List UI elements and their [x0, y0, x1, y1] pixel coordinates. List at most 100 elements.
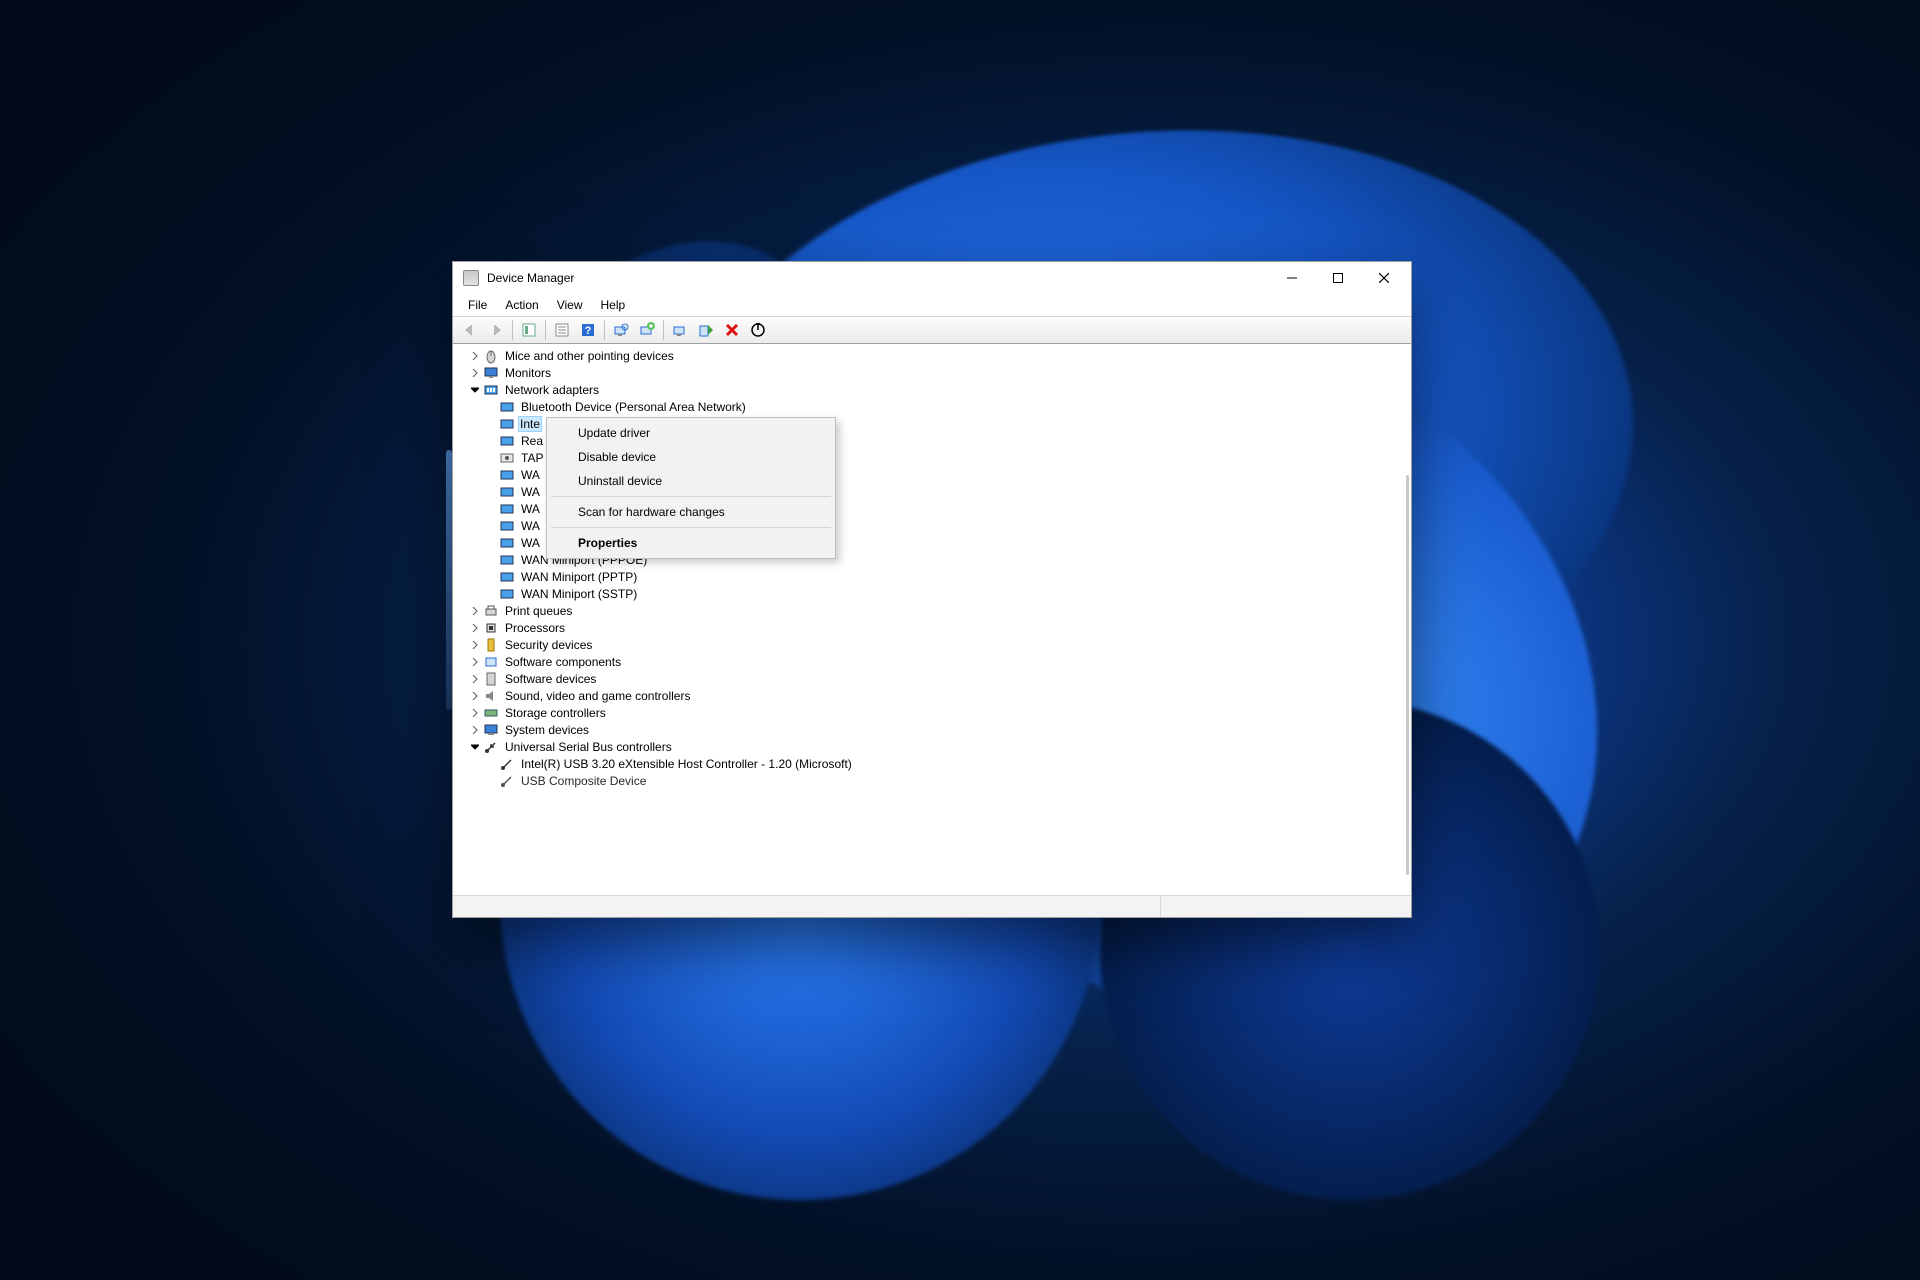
ctx-uninstall-device[interactable]: Uninstall device — [550, 469, 832, 493]
menu-view[interactable]: View — [548, 296, 592, 314]
chevron-right-icon[interactable] — [467, 365, 483, 381]
cpu-icon — [483, 620, 499, 636]
tree-item-security[interactable]: Security devices — [453, 636, 1411, 653]
content-area: Mice and other pointing devices Monitors… — [453, 344, 1411, 895]
tree-label: Security devices — [503, 638, 594, 652]
security-icon — [483, 637, 499, 653]
scan-hardware-button[interactable] — [609, 319, 633, 341]
uninstall-device-button[interactable] — [720, 319, 744, 341]
toolbar: ? — [453, 316, 1411, 344]
chevron-right-icon[interactable] — [467, 603, 483, 619]
network-adapter-icon — [499, 501, 515, 517]
tree-item-processors[interactable]: Processors — [453, 619, 1411, 636]
tree-item-wan-sstp[interactable]: WAN Miniport (SSTP) — [453, 585, 1411, 602]
scrollbar[interactable] — [1406, 475, 1409, 875]
tree-label: Mice and other pointing devices — [503, 349, 676, 363]
tree-label: Print queues — [503, 604, 574, 618]
monitor-icon — [483, 365, 499, 381]
tree-label: WA — [519, 468, 542, 482]
app-icon — [463, 270, 479, 286]
tree-label: Monitors — [503, 366, 553, 380]
tree-item-sound[interactable]: Sound, video and game controllers — [453, 687, 1411, 704]
enable-device-button[interactable] — [694, 319, 718, 341]
chevron-right-icon[interactable] — [467, 620, 483, 636]
network-icon — [483, 382, 499, 398]
help-button[interactable]: ? — [576, 319, 600, 341]
properties-button[interactable] — [550, 319, 574, 341]
tree-item-monitors[interactable]: Monitors — [453, 364, 1411, 381]
chevron-right-icon[interactable] — [467, 348, 483, 364]
menu-action[interactable]: Action — [496, 296, 547, 314]
ctx-update-driver[interactable]: Update driver — [550, 421, 832, 445]
tree-label: Rea — [519, 434, 545, 448]
tree-label: Processors — [503, 621, 567, 635]
network-adapter-icon — [499, 467, 515, 483]
chevron-right-icon[interactable] — [467, 671, 483, 687]
network-adapter-icon — [499, 569, 515, 585]
tree-item-bt-device[interactable]: Bluetooth Device (Personal Area Network) — [453, 398, 1411, 415]
chevron-right-icon[interactable] — [467, 705, 483, 721]
disable-device-button[interactable] — [746, 319, 770, 341]
maximize-button[interactable] — [1315, 262, 1361, 294]
chevron-right-icon[interactable] — [467, 722, 483, 738]
close-button[interactable] — [1361, 262, 1407, 294]
network-adapter-icon — [499, 433, 515, 449]
tree-item-wan-pptp[interactable]: WAN Miniport (PPTP) — [453, 568, 1411, 585]
component-icon — [483, 654, 499, 670]
tree-item-storage[interactable]: Storage controllers — [453, 704, 1411, 721]
tree-label: TAP — [519, 451, 545, 465]
storage-icon — [483, 705, 499, 721]
tree-label: Software devices — [503, 672, 598, 686]
context-menu: Update driver Disable device Uninstall d… — [546, 417, 836, 559]
network-adapter-icon — [499, 586, 515, 602]
network-adapter-icon — [499, 399, 515, 415]
device-icon — [483, 671, 499, 687]
ctx-separator — [551, 496, 831, 497]
back-button[interactable] — [458, 319, 482, 341]
tree-label: WA — [519, 519, 542, 533]
forward-button[interactable] — [484, 319, 508, 341]
tree-label: WAN Miniport (PPTP) — [519, 570, 639, 584]
chevron-down-icon[interactable] — [467, 382, 483, 398]
network-adapter-icon — [499, 518, 515, 534]
tree-item-software-components[interactable]: Software components — [453, 653, 1411, 670]
chevron-right-icon[interactable] — [467, 637, 483, 653]
ctx-separator — [551, 527, 831, 528]
tree-label: WA — [519, 485, 542, 499]
update-driver-button[interactable] — [668, 319, 692, 341]
add-legacy-hardware-button[interactable] — [635, 319, 659, 341]
printer-icon — [483, 603, 499, 619]
chevron-right-icon[interactable] — [467, 688, 483, 704]
statusbar — [453, 895, 1411, 917]
speaker-icon — [483, 688, 499, 704]
tree-item-network-adapters[interactable]: Network adapters — [453, 381, 1411, 398]
ctx-disable-device[interactable]: Disable device — [550, 445, 832, 469]
tree-label: Sound, video and game controllers — [503, 689, 692, 703]
tree-label: WAN Miniport (SSTP) — [519, 587, 639, 601]
minimize-button[interactable] — [1269, 262, 1315, 294]
tree-item-software-devices[interactable]: Software devices — [453, 670, 1411, 687]
tree-item-usb-xhci[interactable]: Intel(R) USB 3.20 eXtensible Host Contro… — [453, 755, 1411, 772]
show-hidden-button[interactable] — [517, 319, 541, 341]
tree-item-usb[interactable]: Universal Serial Bus controllers — [453, 738, 1411, 755]
network-adapter-icon — [499, 416, 515, 432]
titlebar[interactable]: Device Manager — [453, 262, 1411, 294]
tree-item-mice[interactable]: Mice and other pointing devices — [453, 347, 1411, 364]
menu-file[interactable]: File — [459, 296, 496, 314]
tree-item-print-queues[interactable]: Print queues — [453, 602, 1411, 619]
menubar: File Action View Help — [453, 294, 1411, 316]
window-title: Device Manager — [487, 271, 574, 285]
tree-label: WA — [519, 502, 542, 516]
tree-label: WA — [519, 536, 542, 550]
menu-help[interactable]: Help — [592, 296, 635, 314]
tree-label: Intel(R) USB 3.20 eXtensible Host Contro… — [519, 757, 854, 771]
usb-icon — [483, 739, 499, 755]
chevron-down-icon[interactable] — [467, 739, 483, 755]
ctx-properties[interactable]: Properties — [550, 531, 832, 555]
chevron-right-icon[interactable] — [467, 654, 483, 670]
tree-label: Inte — [518, 416, 542, 432]
tree-item-system[interactable]: System devices — [453, 721, 1411, 738]
ctx-scan-hardware[interactable]: Scan for hardware changes — [550, 500, 832, 524]
tree-item-usb-composite[interactable]: USB Composite Device — [453, 772, 1411, 789]
tree-label: System devices — [503, 723, 591, 737]
